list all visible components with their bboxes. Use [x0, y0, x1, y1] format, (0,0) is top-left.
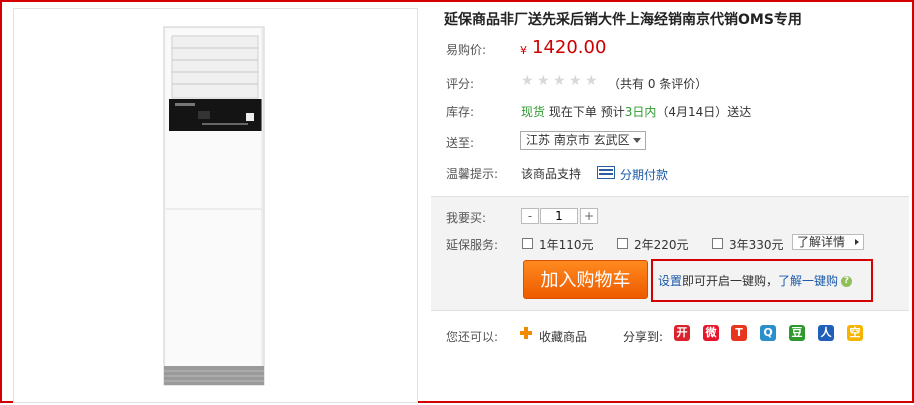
- share-label: 分享到:: [623, 330, 664, 344]
- qty-minus-button[interactable]: -: [521, 208, 539, 224]
- warranty-3yr-label: 3年330元: [729, 238, 784, 252]
- plus-icon: [520, 327, 532, 339]
- stock-line: 现货 现在下单 预计3日内（4月14日）送达: [521, 103, 751, 120]
- chevron-right-icon: [855, 239, 859, 245]
- rating-count: （共有 0 条评价）: [608, 77, 708, 91]
- rating-label: 评分:: [446, 77, 475, 91]
- warranty-1yr-checkbox[interactable]: [522, 238, 533, 249]
- region-value: 江苏 南京市 玄武区: [526, 133, 630, 147]
- qty-label: 我要买:: [446, 211, 487, 225]
- air-conditioner-illustration: [163, 26, 265, 386]
- stock-status: 现货: [521, 105, 546, 119]
- region-select[interactable]: 江苏 南京市 玄武区: [520, 131, 646, 150]
- chevron-down-icon: [633, 138, 641, 143]
- rating-stars: ★ ★ ★ ★ ★: [521, 74, 601, 88]
- product-title: 延保商品非厂送先采后销大件上海经销南京代销OMS专用: [444, 12, 802, 28]
- estimate-suffix: （4月14日）送达: [656, 105, 752, 119]
- star-icon: ★: [521, 73, 534, 89]
- star-icon: ★: [585, 73, 598, 89]
- add-to-cart-button[interactable]: 加入购物车: [523, 260, 648, 299]
- weibo-icon[interactable]: 微: [703, 325, 719, 341]
- estimate-prefix: 预计: [600, 105, 625, 119]
- renren-icon[interactable]: 人: [818, 325, 834, 341]
- credit-card-icon: [597, 166, 615, 179]
- price-label: 易购价:: [446, 43, 487, 57]
- delivery-label: 送至:: [446, 136, 475, 150]
- one-click-text: 即可开启一键购，: [682, 274, 779, 288]
- installment-link[interactable]: 分期付款: [620, 166, 668, 183]
- qq-weibo-icon[interactable]: Q: [760, 325, 776, 341]
- warranty-2yr-label: 2年220元: [634, 238, 689, 252]
- stock-label: 库存:: [446, 105, 475, 119]
- qty-input[interactable]: [540, 208, 578, 224]
- order-now-text: 现在下单: [548, 105, 597, 119]
- qty-plus-button[interactable]: +: [580, 208, 598, 224]
- one-click-setup-link[interactable]: 设置: [658, 274, 682, 288]
- warranty-label: 延保服务:: [446, 238, 499, 252]
- warranty-3yr-checkbox[interactable]: [712, 238, 723, 249]
- warranty-1yr-label: 1年110元: [539, 238, 594, 252]
- help-icon[interactable]: ?: [841, 276, 853, 287]
- star-icon: ★: [537, 73, 550, 89]
- estimate-days: 3日内: [624, 105, 657, 119]
- tip-text: 该商品支持: [521, 167, 582, 181]
- more-label: 您还可以:: [446, 330, 499, 344]
- one-click-learn-link[interactable]: 了解一键购: [778, 274, 838, 288]
- douban-icon[interactable]: 豆: [789, 325, 805, 341]
- warranty-detail-label: 了解详情: [797, 235, 846, 249]
- star-icon: ★: [553, 73, 566, 89]
- favorite-link[interactable]: 收藏商品: [539, 328, 587, 345]
- star-icon: ★: [569, 73, 582, 89]
- warranty-2yr-checkbox[interactable]: [617, 238, 628, 249]
- warranty-detail-button[interactable]: 了解详情: [792, 234, 864, 250]
- qzone-icon[interactable]: 空: [847, 325, 863, 341]
- one-click-line: 设置即可开启一键购，了解一键购?: [658, 272, 853, 289]
- tianya-icon[interactable]: T: [731, 325, 747, 341]
- product-image[interactable]: [13, 8, 418, 403]
- kaixin-icon[interactable]: 开: [674, 325, 690, 341]
- currency-symbol: ¥: [520, 44, 527, 57]
- tip-label: 温馨提示:: [446, 167, 499, 181]
- price-value: 1420.00: [532, 37, 607, 58]
